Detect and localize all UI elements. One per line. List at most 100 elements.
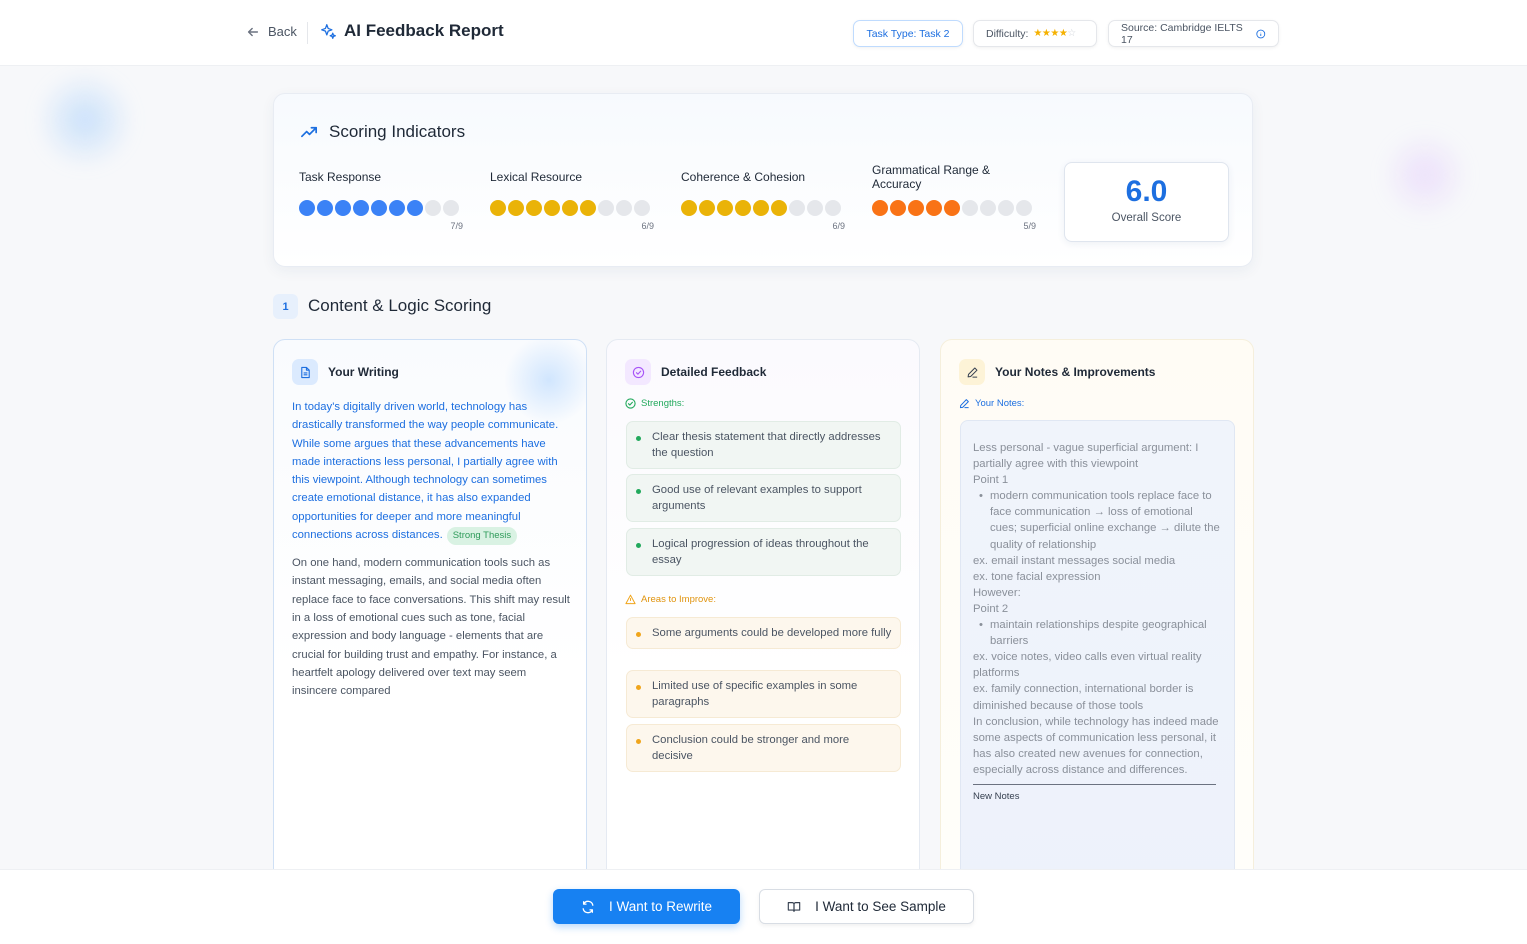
score-dot-empty — [789, 200, 805, 216]
score-dot-empty — [1016, 200, 1032, 216]
notes-panel: Your Notes & Improvements Your Notes: Le… — [940, 339, 1254, 899]
bullet — [636, 632, 641, 637]
scoring-title: Scoring Indicators — [329, 122, 466, 141]
score-dot-filled — [299, 200, 315, 216]
notes-divider — [973, 783, 1216, 785]
star-filled-icon: ★ — [1033, 28, 1042, 39]
back-button[interactable]: Back — [246, 24, 297, 39]
improvement-item: Conclusion could be stronger and more de… — [626, 724, 901, 772]
score-dot-empty — [998, 200, 1014, 216]
see-sample-button[interactable]: I Want to See Sample — [759, 889, 974, 924]
indicator-label: Grammatical Range & Accuracy — [872, 163, 991, 191]
improvement-item: Some arguments could be developed more f… — [626, 617, 901, 649]
difficulty-badge: Difficulty: ★★★★☆ — [973, 20, 1097, 47]
scoring-header: Scoring Indicators — [300, 122, 465, 142]
task-type-text: Task Type: Task 2 — [866, 27, 950, 40]
score-dot-filled — [926, 200, 942, 216]
indicator-dots — [490, 200, 656, 216]
writing-body-paragraph: On one hand, modern communication tools … — [292, 557, 570, 698]
score-dot-filled — [490, 200, 506, 216]
overall-score-value: 6.0 — [1125, 175, 1168, 208]
score-dot-empty — [616, 200, 632, 216]
writing-title: Your Writing — [328, 365, 399, 379]
sparkle-icon — [321, 23, 336, 39]
star-filled-icon: ★ — [1050, 28, 1059, 39]
writing-intro-paragraph: In today's digitally driven world, techn… — [292, 398, 572, 546]
notes-bullet-line: modern communication tools replace face … — [973, 488, 1222, 552]
feedback-header: Detailed Feedback — [625, 359, 766, 385]
bullet — [636, 685, 641, 690]
score-dot-filled — [526, 200, 542, 216]
bullet — [636, 489, 641, 494]
indicator-task-response: Task Response 7/9 — [299, 162, 465, 231]
bullet — [636, 543, 641, 548]
top-bar: Back AI Feedback Report Task Type: Task … — [0, 0, 1527, 66]
source-badge[interactable]: Source: Cambridge IELTS 17 — [1108, 20, 1279, 47]
section-number-badge: 1 — [273, 294, 298, 319]
score-dot-filled — [681, 200, 697, 216]
overall-score-box: 6.0 Overall Score — [1064, 162, 1229, 242]
notes-line: Point 1 — [973, 474, 1009, 487]
indicator-value: 7/9 — [450, 221, 463, 231]
see-sample-label: I Want to See Sample — [815, 899, 946, 914]
rewrite-button[interactable]: I Want to Rewrite — [553, 889, 740, 924]
bullet — [636, 739, 641, 744]
notes-header: Your Notes & Improvements — [959, 359, 1155, 385]
indicator-grammatical-range: Grammatical Range & Accuracy 5/9 — [872, 162, 1038, 231]
indicator-label: Coherence & Cohesion — [681, 170, 806, 184]
overall-score-label: Overall Score — [1111, 212, 1182, 224]
trending-up-icon — [301, 126, 318, 137]
notes-line: In conclusion, while technology has inde… — [973, 715, 1219, 776]
feedback-panel: Detailed Feedback Strengths: Clear thesi… — [606, 339, 920, 899]
score-dot-empty — [443, 200, 459, 216]
refresh-icon — [582, 900, 594, 913]
strengths-label: Strengths: — [641, 398, 685, 409]
arrow-left-icon — [247, 27, 259, 36]
score-dot-filled — [317, 200, 333, 216]
back-label: Back — [268, 24, 297, 39]
score-dot-filled — [353, 200, 369, 216]
score-dot-empty — [807, 200, 823, 216]
indicator-dots — [299, 200, 465, 216]
notes-line: ex. family connection, international bor… — [973, 683, 1194, 712]
score-dot-empty — [980, 200, 996, 216]
notes-title: Your Notes & Improvements — [995, 365, 1156, 379]
improve-label: Areas to Improve: — [641, 594, 716, 605]
indicator-label: Lexical Resource — [490, 170, 583, 184]
writing-intro: In today's digitally driven world, techn… — [292, 401, 559, 542]
page-title: AI Feedback Report — [344, 21, 504, 40]
score-dot-empty — [962, 200, 978, 216]
improve-heading: Areas to Improve: — [625, 594, 716, 605]
task-type-badge: Task Type: Task 2 — [853, 20, 963, 47]
check-circle-icon — [625, 398, 636, 409]
improvement-text: Some arguments could be developed more f… — [652, 627, 892, 639]
score-dot-filled — [407, 200, 423, 216]
writing-text: In today's digitally driven world, techn… — [292, 398, 572, 700]
notes-textarea[interactable]: Less personal - vague superficial argume… — [960, 420, 1235, 898]
improvement-text: Conclusion could be stronger and more de… — [652, 734, 850, 762]
notes-line: However: — [973, 586, 1021, 599]
score-dot-filled — [717, 200, 733, 216]
score-dot-filled — [389, 200, 405, 216]
document-icon — [292, 359, 318, 385]
notes-line: ex. tone facial expression — [973, 570, 1101, 583]
writing-panel: Your Writing In today's digitally driven… — [273, 339, 587, 899]
score-dot-empty — [425, 200, 441, 216]
notes-bullet-line: maintain relationships despite geographi… — [973, 617, 1222, 649]
score-dot-filled — [771, 200, 787, 216]
indicator-coherence-cohesion: Coherence & Cohesion 6/9 — [681, 162, 847, 231]
score-dot-filled — [908, 200, 924, 216]
indicator-lexical-resource: Lexical Resource 6/9 — [490, 162, 656, 231]
score-dot-filled — [580, 200, 596, 216]
warning-icon — [625, 594, 636, 605]
new-notes-label: New Notes — [973, 790, 1020, 802]
score-dot-empty — [634, 200, 650, 216]
difficulty-stars: ★★★★☆ — [1033, 28, 1076, 39]
star-empty-icon: ☆ — [1067, 28, 1076, 39]
decorative-blob — [1380, 130, 1470, 220]
rewrite-label: I Want to Rewrite — [608, 899, 713, 914]
score-dot-filled — [335, 200, 351, 216]
score-dot-filled — [699, 200, 715, 216]
section-title: Content & Logic Scoring — [308, 296, 492, 315]
pencil-icon — [959, 359, 985, 385]
